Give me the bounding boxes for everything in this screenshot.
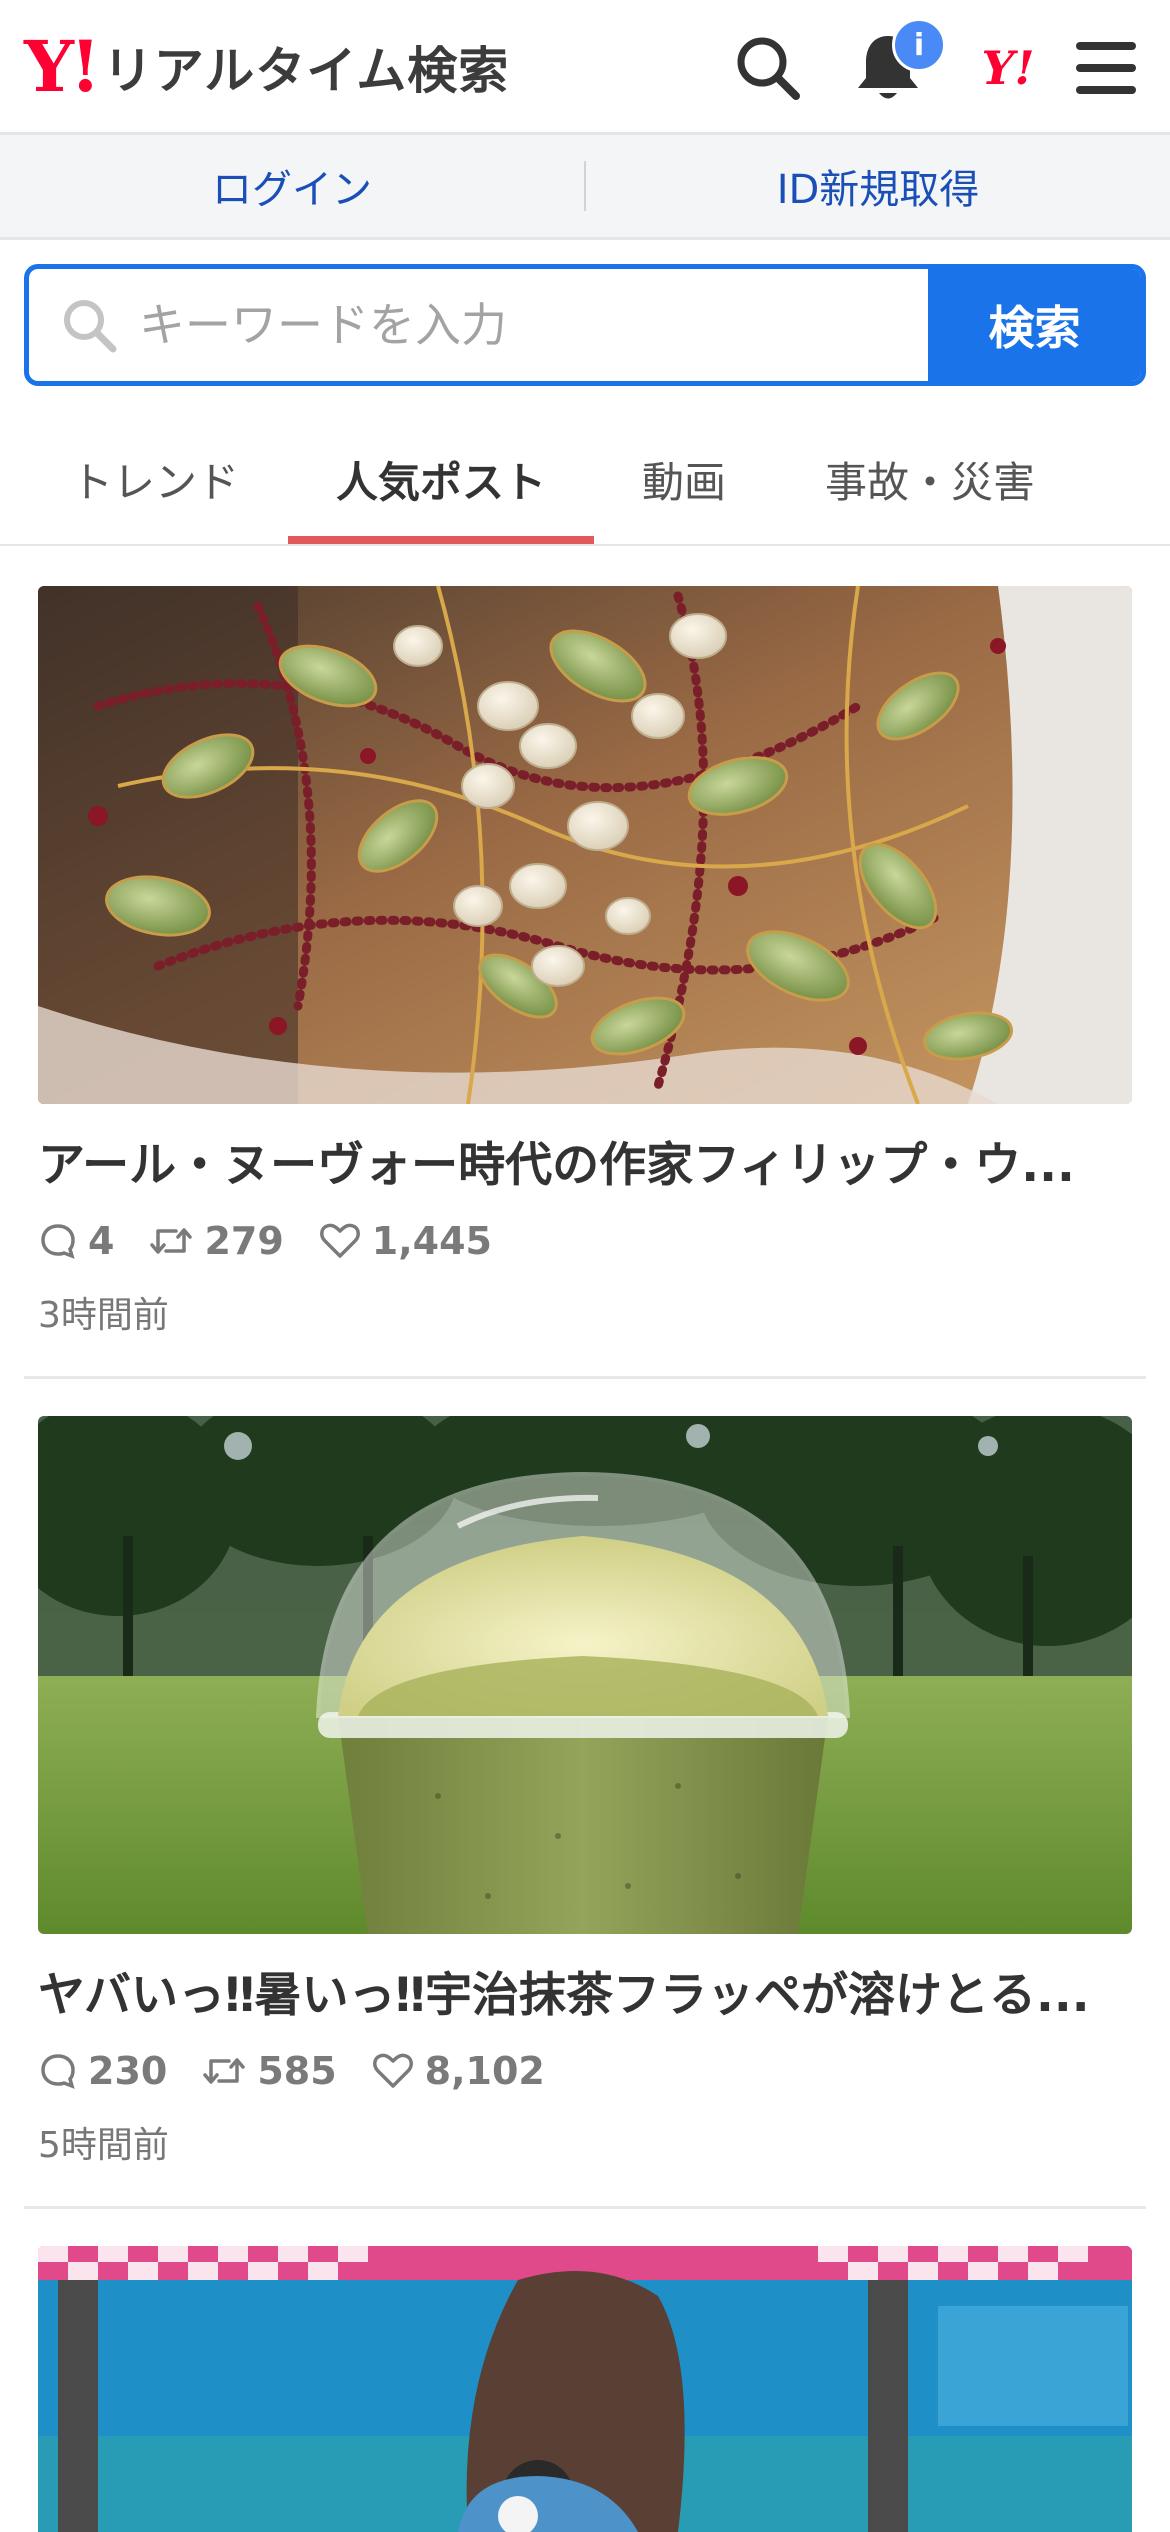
post-separator	[24, 1376, 1146, 1379]
reply-icon	[41, 2054, 75, 2089]
category-tabs: トレンド 人気ポスト 動画 事故・災害	[0, 414, 1170, 546]
tab-popular-posts[interactable]: 人気ポスト	[288, 414, 594, 544]
register-link[interactable]: ID新規取得	[586, 135, 1170, 237]
yahoo-mark: Y!	[981, 41, 1035, 95]
site-logo[interactable]: Y! リアルタイム検索	[24, 28, 509, 106]
like-count-value: 1,445	[371, 1219, 492, 1263]
post-stats: 4 279 1,445	[38, 1216, 526, 1266]
reply-count[interactable]: 230	[38, 2049, 167, 2093]
post-title[interactable]: ヤバいっ‼暑いっ‼宇治抹茶フラッペが溶けとる...	[38, 1956, 1138, 2025]
search-input[interactable]	[139, 269, 939, 381]
heart-icon	[372, 2053, 413, 2088]
reply-count-value: 4	[88, 1219, 115, 1263]
post-image-sea-lion[interactable]	[38, 2246, 1132, 2532]
repost-count-value: 585	[257, 2049, 337, 2093]
post-image-matcha[interactable]	[38, 1416, 1132, 1934]
site-title: リアルタイム検索	[102, 42, 510, 100]
repost-count-value: 279	[204, 1219, 284, 1263]
post-image-jewelry[interactable]	[38, 586, 1132, 1104]
search-button[interactable]: 検索	[928, 269, 1141, 381]
reply-icon	[41, 1224, 75, 1259]
search-form: 検索	[24, 264, 1146, 386]
like-count-value: 8,102	[424, 2049, 545, 2093]
search-icon[interactable]	[722, 22, 814, 114]
post-timestamp: 3時間前	[38, 1295, 169, 1336]
yahoo-logo-mark: Y!	[24, 25, 101, 108]
like-count[interactable]: 1,445	[318, 1219, 492, 1263]
post-timestamp: 5時間前	[38, 2125, 169, 2166]
reply-count[interactable]: 4	[38, 1219, 114, 1263]
tab-trend[interactable]: トレンド	[30, 414, 280, 544]
search-field-icon	[59, 295, 119, 359]
repost-count[interactable]: 585	[201, 2049, 337, 2093]
repost-icon	[150, 1228, 193, 1254]
repost-icon	[203, 2058, 246, 2084]
hamburger-menu-icon[interactable]	[1060, 22, 1152, 114]
post-title[interactable]: アール・ヌーヴォー時代の作家フィリップ・ウ...	[38, 1126, 1138, 1195]
post-stats: 230 585 8,102	[38, 2046, 579, 2096]
repost-count[interactable]: 279	[148, 1219, 284, 1263]
reply-count-value: 230	[88, 2049, 168, 2093]
heart-icon	[319, 1223, 360, 1258]
like-count[interactable]: 8,102	[371, 2049, 545, 2093]
account-bar: ログイン ID新規取得	[0, 135, 1170, 240]
tab-accidents-disasters[interactable]: 事故・災害	[790, 414, 1070, 544]
header: Y! リアルタイム検索 i Y!	[0, 0, 1170, 135]
login-link[interactable]: ログイン	[0, 135, 584, 237]
yahoo-japan-icon[interactable]: Y!	[962, 22, 1054, 114]
notification-badge: i	[892, 18, 946, 72]
tab-videos[interactable]: 動画	[604, 414, 764, 544]
active-tab-indicator	[288, 536, 594, 544]
post-separator	[24, 2206, 1146, 2209]
